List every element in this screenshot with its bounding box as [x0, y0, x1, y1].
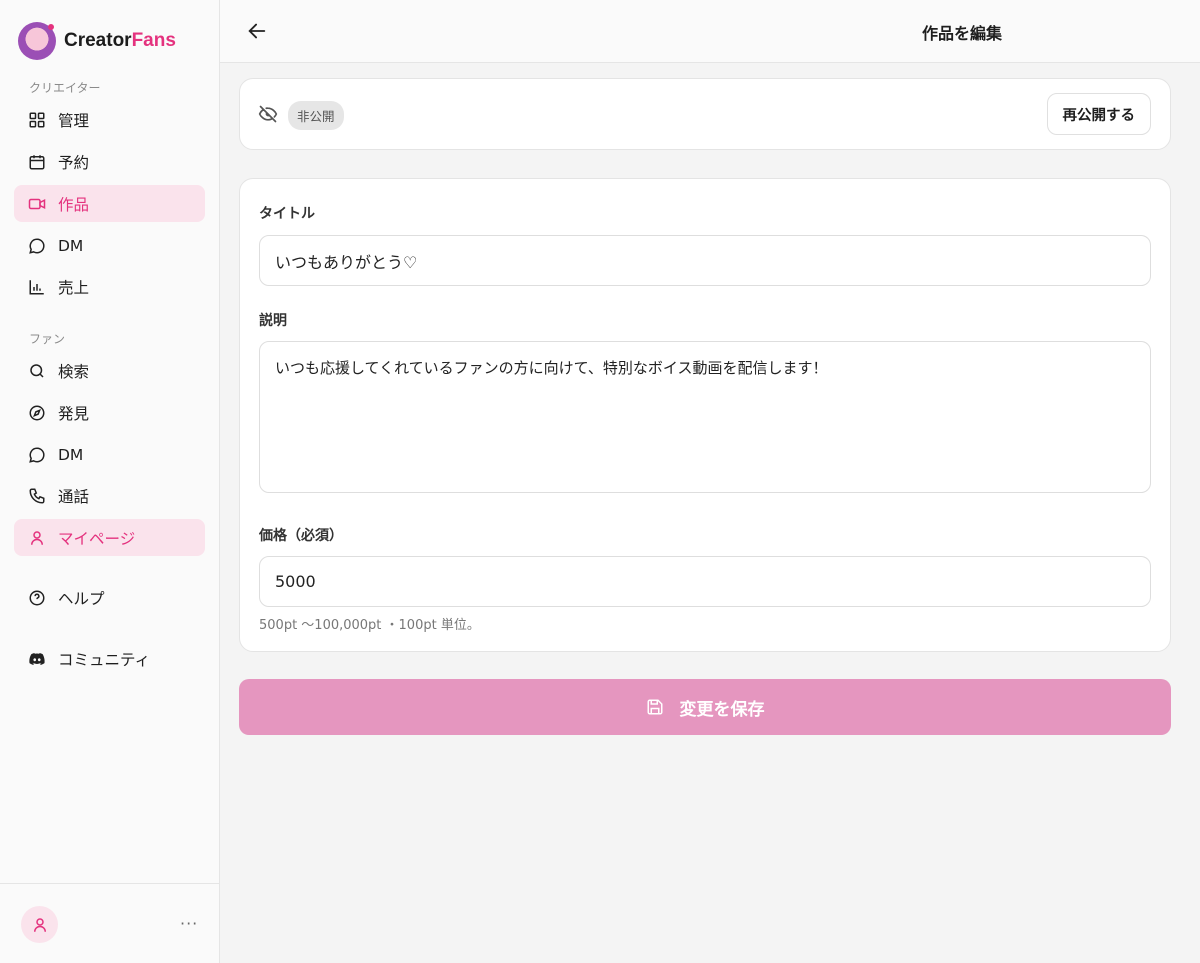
chat-icon	[29, 237, 45, 254]
section-label-fan: ファン	[29, 332, 66, 346]
republish-button[interactable]: 再公開する	[1046, 93, 1151, 135]
sidebar-item-mypage[interactable]: マイページ	[14, 519, 205, 556]
sidebar-item-fan-dm[interactable]: DM	[14, 436, 205, 473]
sidebar-item-label: DM	[58, 445, 84, 464]
sidebar-item-label: 発見	[58, 404, 90, 423]
sidebar-item-label: DM	[58, 236, 84, 255]
page-title: 作品を編集	[922, 24, 1003, 43]
section-label-creator: クリエイター	[29, 81, 101, 95]
title-input[interactable]	[259, 235, 1151, 286]
description-textarea[interactable]: いつも応援してくれているファンの方に向けて、特別なボイス動画を配信します！	[259, 341, 1151, 493]
help-circle-icon	[29, 590, 45, 605]
brand-logo[interactable]: CreatorFans	[18, 22, 176, 60]
grid-icon	[29, 112, 45, 127]
eye-off-icon	[258, 105, 278, 123]
price-input[interactable]	[259, 556, 1151, 607]
sidebar-item-label: 作品	[58, 195, 90, 214]
compass-icon	[29, 405, 45, 420]
sidebar-item-label: 通話	[58, 487, 90, 506]
sidebar-item-creator-dm[interactable]: DM	[14, 227, 205, 264]
chat-icon	[29, 446, 45, 463]
brand-name: CreatorFans	[64, 30, 176, 51]
logo-icon	[18, 22, 56, 60]
sidebar-item-label: ヘルプ	[58, 589, 105, 608]
sidebar-item-community[interactable]: コミュニティ	[14, 640, 205, 677]
bar-chart-icon	[29, 279, 44, 294]
status-badge: 非公開	[288, 101, 344, 130]
sidebar-item-label: 予約	[58, 153, 90, 172]
save-button-label: 変更を保存	[679, 699, 765, 720]
sidebar-item-reservation[interactable]: 予約	[14, 143, 205, 180]
sidebar-item-sales[interactable]: 売上	[14, 268, 205, 305]
sidebar-item-label: コミュニティ	[58, 650, 151, 669]
avatar[interactable]	[21, 906, 58, 943]
save-changes-button[interactable]: 変更を保存	[239, 679, 1171, 735]
sidebar-item-works[interactable]: 作品	[14, 185, 205, 222]
edit-form-card: タイトル 説明 いつも応援してくれているファンの方に向けて、特別なボイス動画を配…	[239, 178, 1171, 652]
video-icon	[28, 198, 46, 209]
visibility-status-card: 非公開 再公開する	[239, 78, 1171, 150]
sidebar-item-label: 検索	[58, 362, 90, 381]
sidebar-item-label: マイページ	[58, 529, 136, 548]
sidebar-footer: ···	[0, 883, 219, 963]
sidebar-item-label: 売上	[58, 278, 90, 297]
sidebar-item-manage[interactable]: 管理	[14, 101, 205, 138]
sidebar-item-call[interactable]: 通話	[14, 477, 205, 514]
price-label: 価格（必須）	[259, 528, 343, 544]
more-options-icon[interactable]: ···	[180, 914, 198, 933]
sidebar-item-help[interactable]: ヘルプ	[14, 579, 205, 616]
discord-icon	[29, 652, 45, 665]
floppy-disk-icon	[647, 699, 662, 715]
phone-icon	[29, 488, 45, 504]
price-hint: 500pt 〜100,000pt ・100pt 単位。	[259, 618, 480, 633]
calendar-icon	[29, 154, 45, 169]
back-arrow-icon[interactable]	[246, 20, 268, 42]
page-header: 作品を編集	[220, 0, 1200, 63]
sidebar-item-discover[interactable]: 発見	[14, 394, 205, 431]
sidebar-item-search[interactable]: 検索	[14, 352, 205, 389]
user-icon	[31, 530, 43, 545]
title-label: タイトル	[259, 206, 315, 222]
sidebar-item-label: 管理	[58, 111, 90, 130]
sidebar: CreatorFans クリエイター 管理 予約 作品 DM 売上 ファン 検索…	[0, 0, 220, 963]
search-icon	[30, 363, 44, 378]
user-icon	[33, 917, 46, 932]
description-label: 説明	[259, 313, 287, 329]
